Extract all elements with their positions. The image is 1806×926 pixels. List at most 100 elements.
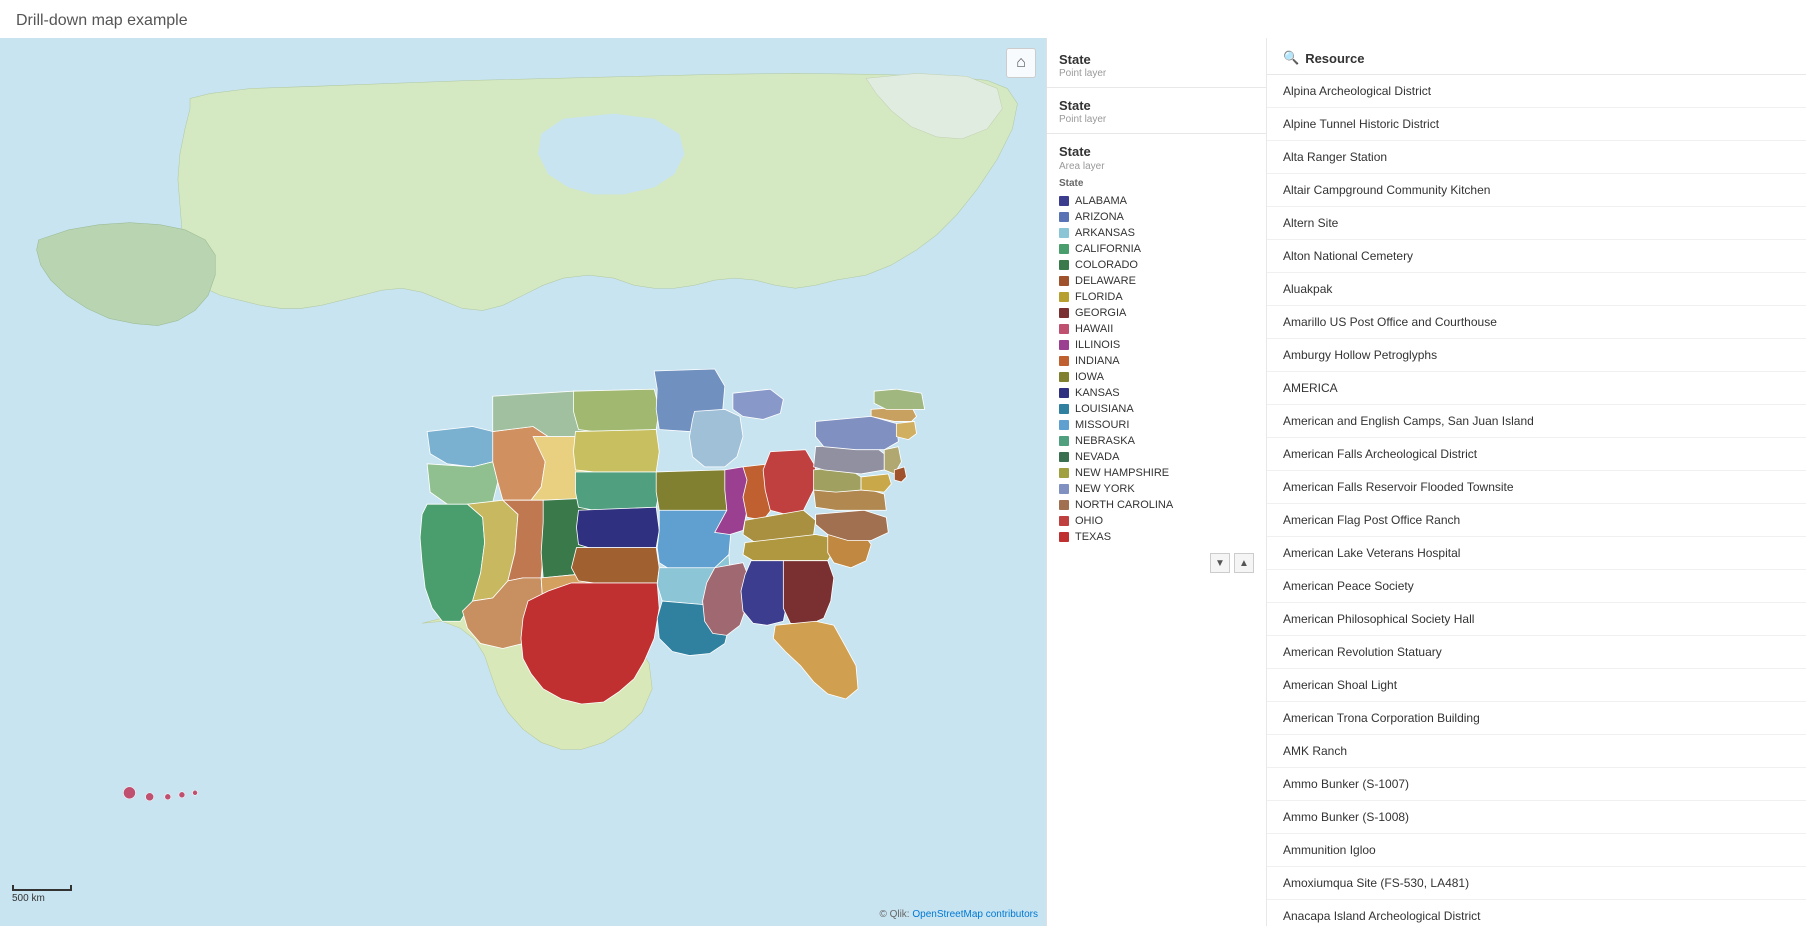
resource-item[interactable]: American and English Camps, San Juan Isl… [1267, 405, 1806, 438]
map-home-button[interactable]: ⌂ [1006, 48, 1036, 78]
legend-divider-1 [1047, 87, 1266, 88]
legend-color-box [1059, 356, 1069, 366]
legend-color-box [1059, 468, 1069, 478]
legend-state-area-label: State [1059, 178, 1254, 189]
legend-item[interactable]: NEW HAMPSHIRE [1059, 465, 1254, 481]
legend-item[interactable]: TEXAS [1059, 529, 1254, 545]
legend-item-label: NEVADA [1075, 451, 1119, 463]
legend-item[interactable]: ARKANSAS [1059, 225, 1254, 241]
legend-panel[interactable]: State Point layer State Point layer Stat… [1047, 38, 1267, 926]
resource-item[interactable]: Amoxiumqua Site (FS-530, LA481) [1267, 867, 1806, 900]
legend-item-label: ARKANSAS [1075, 227, 1135, 239]
resource-item[interactable]: American Trona Corporation Building [1267, 702, 1806, 735]
legend-item[interactable]: MISSOURI [1059, 417, 1254, 433]
legend-item-label: HAWAII [1075, 323, 1113, 335]
legend-color-box [1059, 196, 1069, 206]
resource-item[interactable]: American Peace Society [1267, 570, 1806, 603]
legend-item[interactable]: ALABAMA [1059, 193, 1254, 209]
legend-item-label: ALABAMA [1075, 195, 1127, 207]
legend-item[interactable]: ARIZONA [1059, 209, 1254, 225]
legend-header-1: State Point layer [1047, 48, 1266, 79]
legend-item[interactable]: FLORIDA [1059, 289, 1254, 305]
legend-color-box [1059, 292, 1069, 302]
map-attribution: © Qlik: OpenStreetMap contributors [879, 909, 1038, 920]
legend-item-label: CALIFORNIA [1075, 243, 1141, 255]
resource-item[interactable]: AMK Ranch [1267, 735, 1806, 768]
legend-item[interactable]: ILLINOIS [1059, 337, 1254, 353]
legend-item[interactable]: IOWA [1059, 369, 1254, 385]
resource-item[interactable]: American Falls Archeological District [1267, 438, 1806, 471]
legend-color-box [1059, 500, 1069, 510]
legend-item-label: IOWA [1075, 371, 1104, 383]
legend-color-box [1059, 436, 1069, 446]
resource-item[interactable]: Altern Site [1267, 207, 1806, 240]
map-scale: 500 km [12, 885, 72, 904]
resource-item[interactable]: Ammo Bunker (S-1008) [1267, 801, 1806, 834]
resource-title: Resource [1305, 51, 1364, 66]
legend-color-box [1059, 340, 1069, 350]
legend-item-label: FLORIDA [1075, 291, 1123, 303]
legend-color-box [1059, 324, 1069, 334]
resource-item[interactable]: American Lake Veterans Hospital [1267, 537, 1806, 570]
legend-state-area-section: State Area layer State ALABAMAARIZONAARK… [1047, 140, 1266, 549]
legend-color-box [1059, 452, 1069, 462]
map-scale-bar [12, 885, 72, 891]
legend-section-2: State Point layer [1047, 94, 1266, 125]
legend-item-label: MISSOURI [1075, 419, 1129, 431]
resource-item[interactable]: American Falls Reservoir Flooded Townsit… [1267, 471, 1806, 504]
resource-item[interactable]: Anacapa Island Archeological District [1267, 900, 1806, 926]
legend-color-box [1059, 308, 1069, 318]
legend-state-area-subtitle: Area layer [1059, 161, 1254, 172]
legend-item[interactable]: CALIFORNIA [1059, 241, 1254, 257]
legend-item[interactable]: GEORGIA [1059, 305, 1254, 321]
legend-item-label: KANSAS [1075, 387, 1120, 399]
legend-item[interactable]: DELAWARE [1059, 273, 1254, 289]
legend-item[interactable]: HAWAII [1059, 321, 1254, 337]
legend-color-box [1059, 388, 1069, 398]
resource-item[interactable]: American Shoal Light [1267, 669, 1806, 702]
legend-item[interactable]: LOUISIANA [1059, 401, 1254, 417]
resource-item[interactable]: Alton National Cemetery [1267, 240, 1806, 273]
legend-item[interactable]: KANSAS [1059, 385, 1254, 401]
resource-panel[interactable]: 🔍 Resource Alpina Archeological District… [1267, 38, 1806, 926]
legend-item[interactable]: NEBRASKA [1059, 433, 1254, 449]
legend-item[interactable]: INDIANA [1059, 353, 1254, 369]
legend-item[interactable]: NEVADA [1059, 449, 1254, 465]
resource-item[interactable]: Altair Campground Community Kitchen [1267, 174, 1806, 207]
legend-color-box [1059, 420, 1069, 430]
legend-color-box [1059, 228, 1069, 238]
resource-item[interactable]: Alpine Tunnel Historic District [1267, 108, 1806, 141]
resource-items-container: Alpina Archeological DistrictAlpine Tunn… [1267, 75, 1806, 926]
legend-item-label: OHIO [1075, 515, 1103, 527]
legend-item[interactable]: COLORADO [1059, 257, 1254, 273]
resource-item[interactable]: Alta Ranger Station [1267, 141, 1806, 174]
attribution-link[interactable]: OpenStreetMap contributors [912, 909, 1038, 920]
legend-nav-next[interactable]: ▲ [1234, 553, 1254, 573]
main-content: ⌂ 500 km © Qlik: OpenStreetMap contribut… [0, 38, 1806, 926]
legend-nav: ▼ ▲ [1047, 549, 1266, 577]
resource-item[interactable]: Amburgy Hollow Petroglyphs [1267, 339, 1806, 372]
resource-item[interactable]: Ammunition Igloo [1267, 834, 1806, 867]
resource-item[interactable]: Ammo Bunker (S-1007) [1267, 768, 1806, 801]
resource-item[interactable]: American Philosophical Society Hall [1267, 603, 1806, 636]
legend-nav-prev[interactable]: ▼ [1210, 553, 1230, 573]
legend-color-box [1059, 276, 1069, 286]
legend-item[interactable]: NEW YORK [1059, 481, 1254, 497]
resource-item[interactable]: American Flag Post Office Ranch [1267, 504, 1806, 537]
legend-divider-2 [1047, 133, 1266, 134]
home-icon: ⌂ [1016, 54, 1026, 72]
legend-section-2-title: State [1059, 98, 1254, 113]
resource-item[interactable]: American Revolution Statuary [1267, 636, 1806, 669]
map-area[interactable]: ⌂ 500 km © Qlik: OpenStreetMap contribut… [0, 38, 1046, 926]
legend-item-label: NEW HAMPSHIRE [1075, 467, 1169, 479]
legend-section-1: State Point layer [1047, 48, 1266, 79]
legend-item[interactable]: OHIO [1059, 513, 1254, 529]
resource-item[interactable]: Alpina Archeological District [1267, 75, 1806, 108]
resource-item[interactable]: Amarillo US Post Office and Courthouse [1267, 306, 1806, 339]
attribution-prefix: © Qlik: [879, 909, 912, 920]
resource-item[interactable]: Aluakpak [1267, 273, 1806, 306]
legend-item-label: TEXAS [1075, 531, 1111, 543]
resource-item[interactable]: AMERICA [1267, 372, 1806, 405]
legend-item[interactable]: NORTH CAROLINA [1059, 497, 1254, 513]
legend-color-box [1059, 244, 1069, 254]
